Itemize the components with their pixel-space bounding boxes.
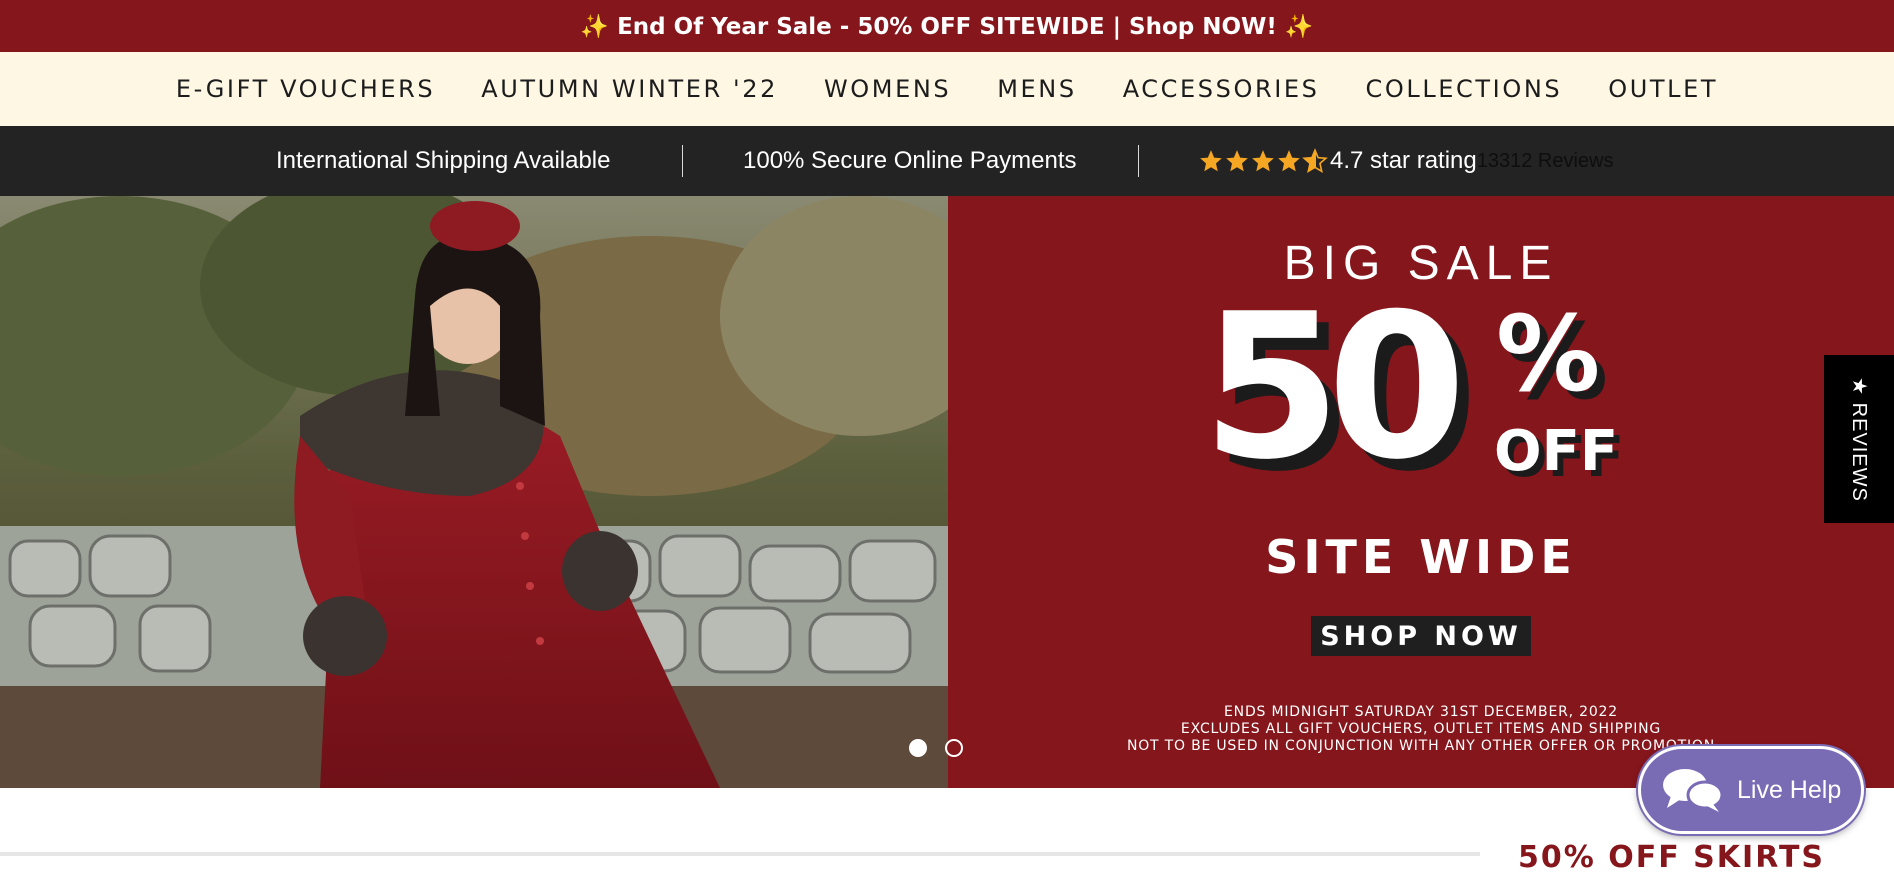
section-divider xyxy=(0,852,1480,856)
carousel-dots xyxy=(909,739,963,757)
nav-item-autumn-winter[interactable]: AUTUMN WINTER '22 xyxy=(481,75,778,103)
live-help-label: Live Help xyxy=(1737,775,1842,804)
trust-bar: International Shipping Available 100% Se… xyxy=(0,126,1894,196)
hero-photo-illustration xyxy=(0,196,948,788)
star-icon xyxy=(1252,150,1274,172)
star-icon xyxy=(1226,150,1248,172)
fifty-percent-off-graphic: 50 50 % % OFF OFF xyxy=(1202,300,1624,500)
site-wide-heading: SITE WIDE xyxy=(1265,530,1577,584)
hero-banner[interactable]: BIG SALE 50 50 % % OFF OFF SITE WIDE SHO… xyxy=(0,196,1894,788)
announcement-bar[interactable]: ✨ End Of Year Sale - 50% OFF SITEWIDE | … xyxy=(0,0,1894,52)
divider xyxy=(1138,145,1139,177)
chat-bubbles-icon xyxy=(1663,769,1724,812)
carousel-dot-2[interactable] xyxy=(945,739,963,757)
main-nav: E-GIFT VOUCHERS AUTUMN WINTER '22 WOMENS… xyxy=(0,52,1894,126)
big-sale-heading: BIG SALE xyxy=(1283,237,1559,290)
percent-value: 50 xyxy=(1202,300,1457,500)
fine-print-line: EXCLUDES ALL GIFT VOUCHERS, OUTLET ITEMS… xyxy=(1180,721,1662,737)
divider xyxy=(682,145,683,177)
nav-item-womens[interactable]: WOMENS xyxy=(824,75,951,103)
section-heading-skirts[interactable]: 50% OFF SKIRTS xyxy=(1518,840,1825,875)
shop-now-button[interactable]: SHOP NOW xyxy=(1311,616,1531,656)
off-label: OFF xyxy=(1494,419,1618,484)
nav-item-mens[interactable]: MENS xyxy=(997,75,1076,103)
reviews-side-tab[interactable]: ★ REVIEWS xyxy=(1824,355,1894,523)
reviews-tab-label: ★ REVIEWS xyxy=(1847,376,1870,502)
carousel-dot-1[interactable] xyxy=(909,739,927,757)
shipping-info: International Shipping Available xyxy=(276,147,611,174)
fine-print-line: ENDS MIDNIGHT SATURDAY 31ST DECEMBER, 20… xyxy=(1224,704,1618,720)
rating-text: 4.7 star rating xyxy=(1330,147,1477,174)
hero-photo-model-red-coat[interactable] xyxy=(0,196,948,788)
percent-sign: % xyxy=(1496,300,1600,415)
rating-stars xyxy=(1198,148,1328,174)
half-star-icon xyxy=(1302,148,1328,173)
rating-summary[interactable]: 4.7 star rating 13312 Reviews xyxy=(1198,126,1614,196)
announcement-text[interactable]: ✨ End Of Year Sale - 50% OFF SITEWIDE | … xyxy=(580,13,1313,40)
star-icon xyxy=(1278,150,1300,172)
nav-item-accessories[interactable]: ACCESSORIES xyxy=(1123,75,1320,103)
nav-item-outlet[interactable]: OUTLET xyxy=(1608,75,1718,103)
reviews-count[interactable]: 13312 Reviews xyxy=(1477,150,1614,173)
sale-panel[interactable]: BIG SALE 50 50 % % OFF OFF SITE WIDE SHO… xyxy=(948,196,1894,788)
nav-item-e-gift-vouchers[interactable]: E-GIFT VOUCHERS xyxy=(176,75,435,103)
star-icon xyxy=(1200,150,1222,172)
payments-info: 100% Secure Online Payments xyxy=(743,147,1077,174)
nav-item-collections[interactable]: COLLECTIONS xyxy=(1366,75,1563,103)
live-help-button[interactable]: Live Help xyxy=(1638,746,1864,834)
